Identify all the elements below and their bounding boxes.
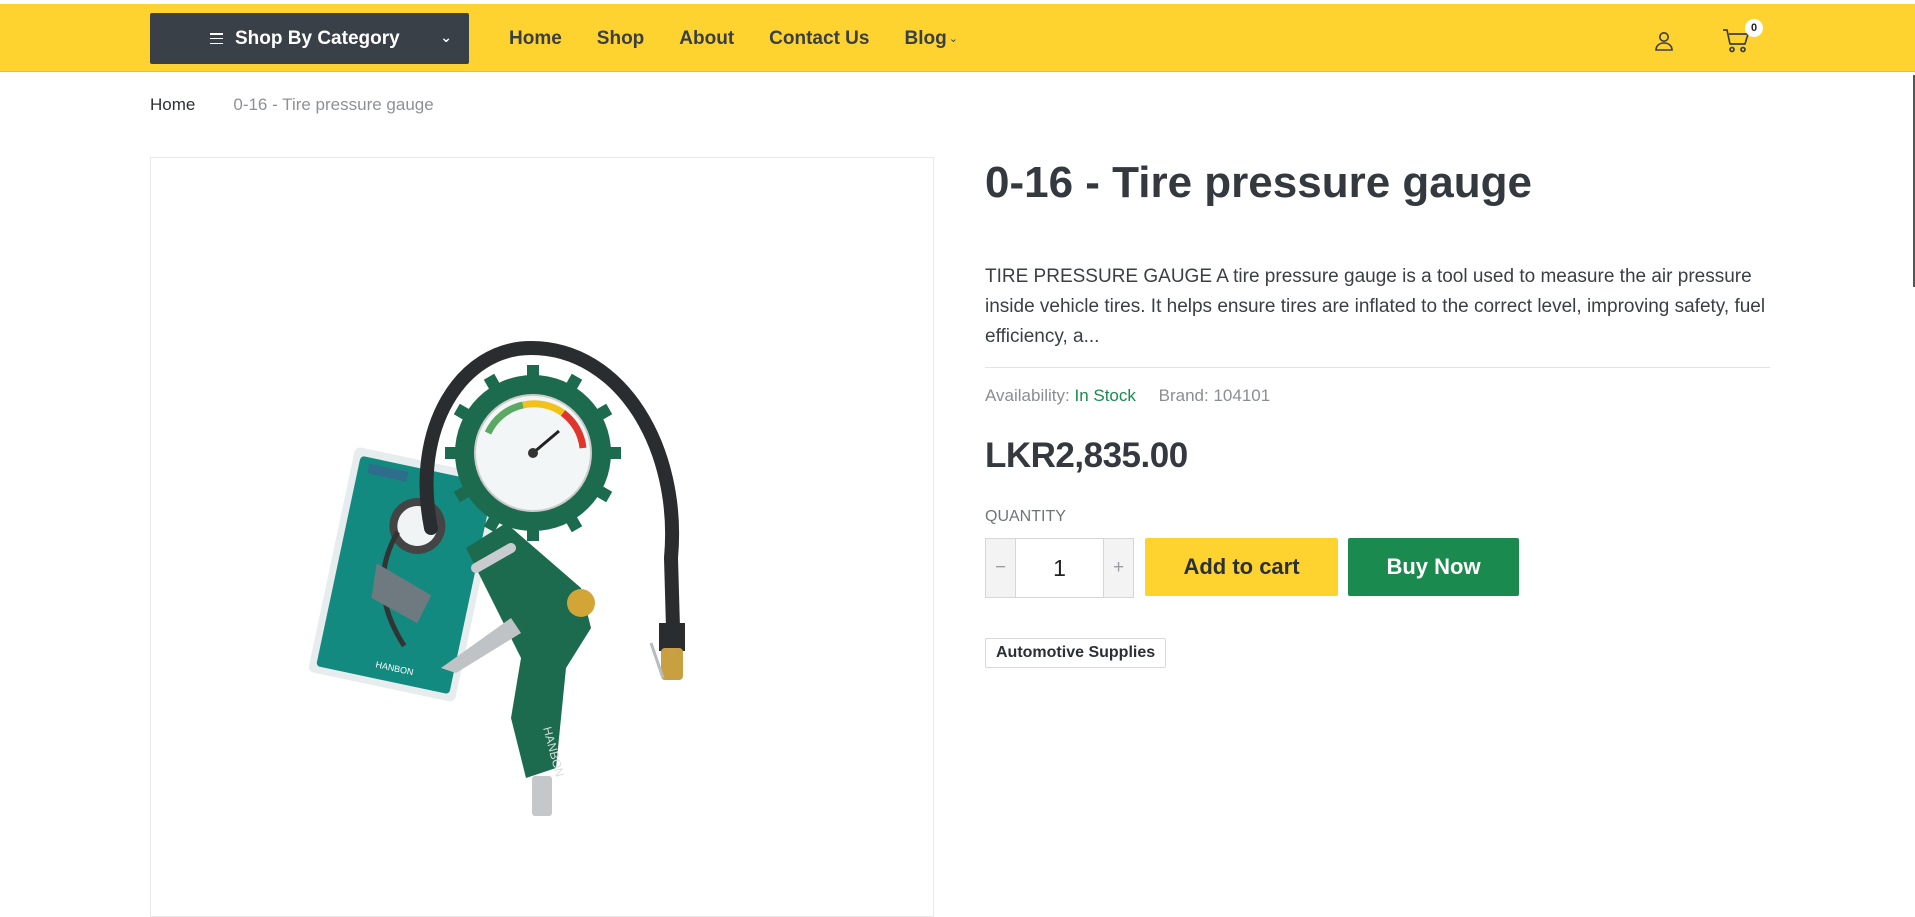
quantity-input[interactable]: [1016, 539, 1103, 597]
nav-blog-label: Blog: [904, 28, 947, 49]
category-tag[interactable]: Automotive Supplies: [985, 638, 1167, 668]
category-button-label: Shop By Category: [235, 27, 400, 49]
cart-count-badge: 0: [1745, 19, 1763, 37]
user-icon[interactable]: [1652, 29, 1676, 53]
quantity-stepper: − +: [985, 538, 1134, 598]
breadcrumb: Home 0-16 - Tire pressure gauge: [150, 95, 434, 115]
product-title: 0-16 - Tire pressure gauge: [985, 158, 1532, 207]
chevron-down-icon: ⌄: [948, 33, 958, 45]
quantity-increase-button[interactable]: +: [1103, 539, 1133, 597]
hamburger-icon: [210, 33, 223, 45]
nav-home[interactable]: Home: [509, 28, 562, 50]
main-nav: Home Shop About Contact Us Blog ⌄: [509, 28, 993, 50]
header-bar: Shop By Category ⌄ Home Shop About Conta…: [0, 4, 1915, 72]
add-to-cart-button[interactable]: Add to cart: [1145, 538, 1338, 596]
nav-blog[interactable]: Blog ⌄: [904, 28, 957, 50]
quantity-label: QUANTITY: [985, 508, 1066, 525]
product-image[interactable]: HANBON HANBON: [281, 248, 801, 838]
brand-value: 104101: [1213, 386, 1271, 405]
brand-label: Brand:: [1158, 386, 1209, 405]
quantity-decrease-button[interactable]: −: [986, 539, 1016, 597]
divider: [985, 367, 1770, 368]
nav-shop[interactable]: Shop: [597, 28, 645, 50]
shop-by-category-button[interactable]: Shop By Category ⌄: [150, 13, 469, 64]
product-price: LKR2,835.00: [985, 436, 1188, 475]
breadcrumb-home[interactable]: Home: [150, 95, 195, 115]
chevron-down-icon: ⌄: [440, 29, 452, 45]
nav-contact[interactable]: Contact Us: [769, 28, 869, 50]
product-description: TIRE PRESSURE GAUGE A tire pressure gaug…: [985, 266, 1766, 347]
stock-status: In Stock: [1074, 386, 1136, 405]
nav-about[interactable]: About: [679, 28, 734, 50]
availability-label: Availability:: [985, 386, 1070, 405]
breadcrumb-current: 0-16 - Tire pressure gauge: [233, 95, 434, 114]
buy-now-button[interactable]: Buy Now: [1348, 538, 1519, 596]
product-image-frame: HANBON HANBON: [150, 157, 934, 917]
product-meta: Availability: In Stock Brand: 104101: [985, 386, 1270, 406]
